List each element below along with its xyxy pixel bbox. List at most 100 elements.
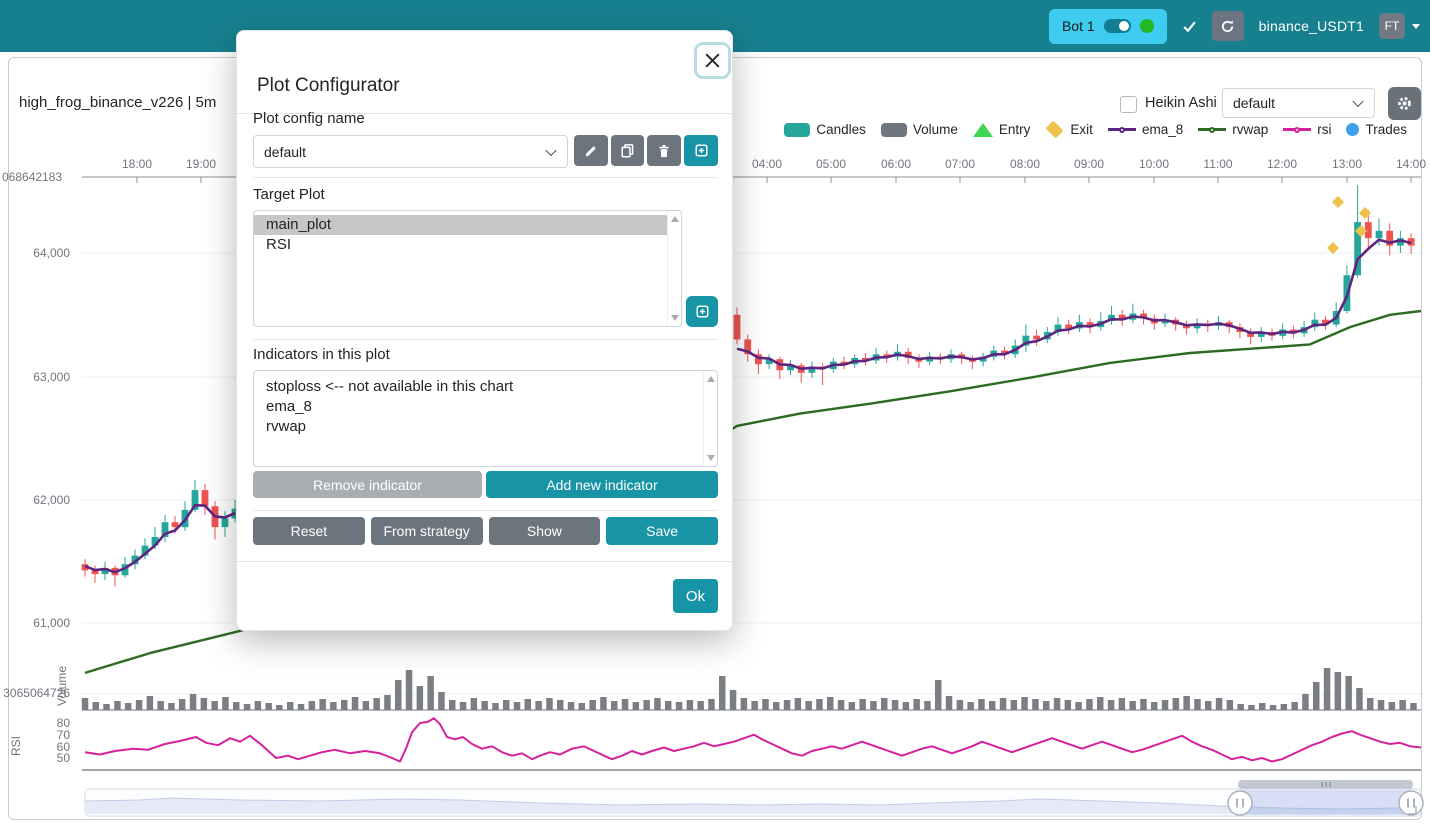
gear-icon <box>1396 95 1413 112</box>
add-config-button[interactable] <box>684 135 718 166</box>
legend-item-rsi[interactable]: rsi <box>1283 122 1331 137</box>
datazoom-handle <box>1399 791 1423 815</box>
legend-item-rvwap[interactable]: rvwap <box>1198 122 1268 137</box>
legend-item-candles[interactable]: Candles <box>784 122 866 137</box>
svg-text:13:00: 13:00 <box>1332 157 1362 171</box>
remove-indicator-button[interactable]: Remove indicator <box>253 471 482 498</box>
indicator-option-rvwap[interactable]: rvwap <box>254 417 703 437</box>
svg-text:18:00: 18:00 <box>122 157 152 171</box>
exit-diamond-icon <box>1046 121 1064 139</box>
datazoom-handle <box>1228 791 1252 815</box>
heikin-ashi-checkbox[interactable] <box>1120 96 1137 113</box>
delete-config-button[interactable] <box>647 135 681 166</box>
config-name-select-value: default <box>264 144 306 160</box>
rsi-axis-title: RSI <box>9 736 23 756</box>
trash-icon <box>657 144 671 158</box>
add-target-plot-button[interactable] <box>686 296 718 327</box>
volume-axis-title: Volume <box>55 666 69 706</box>
plot-config-select[interactable]: default <box>1222 88 1375 118</box>
modal-close-button[interactable] <box>694 42 731 79</box>
ema8-line-icon <box>1108 128 1136 131</box>
svg-text:63,000: 63,000 <box>33 370 70 384</box>
scroll-down-icon[interactable] <box>671 315 679 321</box>
trades-circle-icon <box>1346 123 1359 136</box>
add-new-indicator-button[interactable]: Add new indicator <box>486 471 718 498</box>
svg-text:04:00: 04:00 <box>752 157 782 171</box>
legend-item-entry[interactable]: Entry <box>973 122 1031 137</box>
svg-text:07:00: 07:00 <box>945 157 975 171</box>
plot-configurator-button[interactable] <box>1388 87 1421 120</box>
duplicate-config-button[interactable] <box>611 135 645 166</box>
bot-enable-toggle[interactable] <box>1104 19 1131 33</box>
volume-swatch-icon <box>881 123 907 137</box>
svg-text:09:00: 09:00 <box>1074 157 1104 171</box>
reset-button[interactable]: Reset <box>253 517 365 545</box>
svg-text:14:00: 14:00 <box>1396 157 1426 171</box>
rvwap-line-icon <box>1198 128 1226 131</box>
exchange-account-label: binance_USDT1 <box>1259 18 1364 34</box>
scroll-up-icon[interactable] <box>707 376 715 382</box>
datazoom-selection <box>1240 790 1411 815</box>
scroll-down-icon[interactable] <box>707 455 715 461</box>
divider <box>237 561 734 562</box>
exit-marker <box>1332 196 1344 208</box>
target-plot-option-rsi[interactable]: RSI <box>254 235 667 255</box>
legend-item-trades[interactable]: Trades <box>1346 122 1407 137</box>
scroll-up-icon[interactable] <box>671 216 679 222</box>
rename-config-button[interactable] <box>574 135 608 166</box>
legend-item-exit[interactable]: Exit <box>1045 122 1093 137</box>
datazoom-slider <box>85 780 1423 816</box>
legend-item-ema8[interactable]: ema_8 <box>1108 122 1183 137</box>
indicator-option-stoploss[interactable]: stoploss <-- not available in this chart <box>254 377 703 397</box>
candles-left <box>82 480 239 586</box>
modal-title: Plot Configurator <box>257 75 400 97</box>
svg-text:62,000: 62,000 <box>33 493 70 507</box>
show-button[interactable]: Show <box>489 517 601 545</box>
svg-text:61,000: 61,000 <box>33 616 70 630</box>
ema8-line <box>737 240 1411 369</box>
refresh-button[interactable] <box>1212 11 1244 41</box>
svg-text:64,000: 64,000 <box>33 246 70 260</box>
indicator-option-ema8[interactable]: ema_8 <box>254 397 703 417</box>
rsi-line-icon <box>1283 128 1311 131</box>
rsi-line <box>85 718 1421 761</box>
target-plot-option-main-plot[interactable]: main_plot <box>254 215 667 235</box>
from-strategy-button[interactable]: From strategy <box>371 517 483 545</box>
entry-triangle-icon <box>973 123 993 137</box>
bot-name-label: Bot 1 <box>1062 18 1095 34</box>
svg-text:068642183: 068642183 <box>2 170 62 184</box>
scrollbar[interactable] <box>667 211 681 326</box>
svg-text:19:00: 19:00 <box>186 157 216 171</box>
config-name-select[interactable]: default <box>253 135 568 168</box>
indicators-listbox: stoploss <-- not available in this chart… <box>253 370 718 467</box>
plot-configurator-modal: Plot Configurator Plot config name defau… <box>236 30 733 631</box>
bot-selector-pill[interactable]: Bot 1 <box>1049 9 1167 44</box>
pencil-icon <box>584 144 598 158</box>
avatar: FT <box>1379 13 1405 39</box>
copy-icon <box>620 143 635 158</box>
target-plot-listbox: main_plot RSI <box>253 210 682 327</box>
svg-text:05:00: 05:00 <box>816 157 846 171</box>
divider <box>253 339 718 340</box>
divider <box>253 177 718 178</box>
ok-button[interactable]: Ok <box>673 579 718 613</box>
chevron-down-icon <box>545 144 556 155</box>
caret-down-icon <box>1412 24 1420 29</box>
plot-config-select-value: default <box>1233 95 1275 111</box>
exit-marker <box>1359 207 1371 219</box>
candles-swatch-icon <box>784 123 810 137</box>
close-icon <box>703 51 722 70</box>
svg-text:06:00: 06:00 <box>881 157 911 171</box>
chart-legend: Candles Volume Entry Exit ema_8 rvwap rs… <box>784 122 1407 137</box>
heikin-ashi-label: Heikin Ashi <box>1145 95 1217 111</box>
save-button[interactable]: Save <box>606 517 718 545</box>
legend-item-volume[interactable]: Volume <box>881 122 958 137</box>
target-plot-label: Target Plot <box>253 186 325 203</box>
candles-right <box>734 185 1415 385</box>
user-menu[interactable]: FT <box>1379 13 1420 39</box>
exit-marker <box>1327 242 1339 254</box>
scrollbar[interactable] <box>703 371 717 466</box>
refresh-icon <box>1220 19 1235 34</box>
ema8-line <box>85 505 235 572</box>
divider <box>253 510 718 511</box>
